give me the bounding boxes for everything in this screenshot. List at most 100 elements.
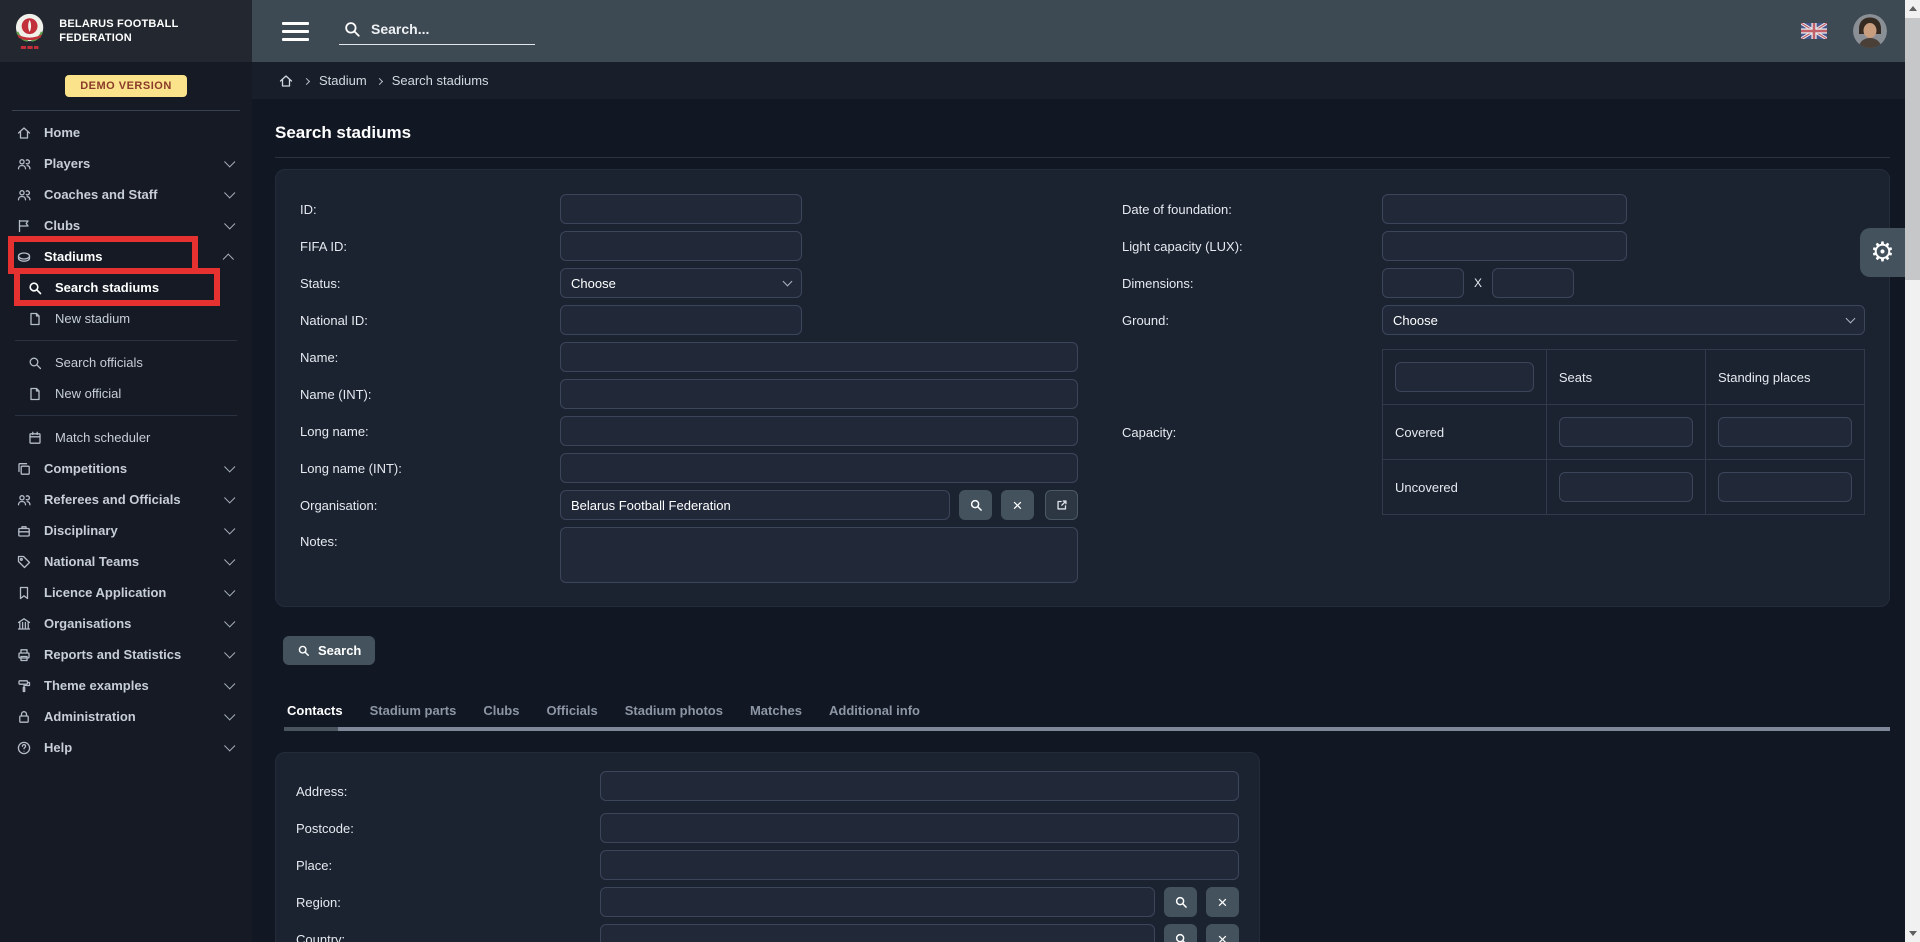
- organisation-search-button[interactable]: [959, 490, 992, 520]
- breadcrumb-stadium[interactable]: Stadium: [319, 73, 367, 88]
- sidebar-item-coaches-and-staff[interactable]: Coaches and Staff: [0, 179, 252, 210]
- uncovered-standing-input[interactable]: [1718, 472, 1852, 502]
- chevron-down-icon: [224, 616, 235, 627]
- bookmark-icon: [15, 585, 33, 601]
- sidebar-item-licence-application[interactable]: Licence Application: [0, 577, 252, 608]
- chevron-down-icon: [224, 218, 235, 229]
- sidebar-item-match-scheduler[interactable]: Match scheduler: [0, 422, 252, 453]
- scroll-up-arrow-icon[interactable]: [1909, 6, 1917, 11]
- notes-textarea[interactable]: [560, 527, 1078, 583]
- field-national-id: National ID:: [300, 305, 1078, 335]
- tab-officials[interactable]: Officials: [546, 703, 597, 718]
- tab-stadium-parts[interactable]: Stadium parts: [370, 703, 457, 718]
- sidebar-item-competitions[interactable]: Competitions: [0, 453, 252, 484]
- search-input[interactable]: [371, 21, 521, 37]
- sidebar-item-clubs[interactable]: Clubs: [0, 210, 252, 241]
- organisation-open-button[interactable]: [1045, 490, 1078, 520]
- dimensions-width-input[interactable]: [1492, 268, 1574, 298]
- region-input[interactable]: [600, 887, 1155, 917]
- field-dimensions: Dimensions: X: [1122, 268, 1865, 298]
- covered-standing-input[interactable]: [1718, 417, 1852, 447]
- sidebar-item-players[interactable]: Players: [0, 148, 252, 179]
- organisation-clear-button[interactable]: ×: [1001, 490, 1034, 520]
- tab-matches[interactable]: Matches: [750, 703, 802, 718]
- tab-additional-info[interactable]: Additional info: [829, 703, 920, 718]
- name-input[interactable]: [560, 342, 1078, 372]
- region-clear-button[interactable]: ×: [1206, 887, 1239, 917]
- sidebar-item-label: Clubs: [44, 218, 80, 233]
- tab-contacts[interactable]: Contacts: [287, 703, 343, 718]
- sidebar-item-referees-and-officials[interactable]: Referees and Officials: [0, 484, 252, 515]
- tabs-underline: [284, 727, 1890, 731]
- sidebar-item-organisations[interactable]: Organisations: [0, 608, 252, 639]
- scroll-down-arrow-icon[interactable]: [1909, 931, 1917, 936]
- dimensions-length-input[interactable]: [1382, 268, 1464, 298]
- name-int-label: Name (INT):: [300, 387, 560, 402]
- organisation-input[interactable]: [560, 490, 950, 520]
- sidebar-item-new-official[interactable]: New official: [0, 378, 252, 409]
- covered-seats-input[interactable]: [1559, 417, 1693, 447]
- name-int-input[interactable]: [560, 379, 1078, 409]
- file-icon: [26, 311, 44, 327]
- sidebar-item-stadiums[interactable]: Stadiums: [0, 241, 252, 272]
- copy-icon: [15, 461, 33, 477]
- capacity-type-input[interactable]: [1395, 362, 1534, 392]
- lock-icon: [15, 709, 33, 725]
- fifa-id-input[interactable]: [560, 231, 802, 261]
- status-select[interactable]: Choose: [560, 268, 802, 298]
- uncovered-seats-input[interactable]: [1559, 472, 1693, 502]
- capacity-row-covered: Covered: [1383, 405, 1547, 460]
- country-input[interactable]: [600, 924, 1155, 942]
- national-id-input[interactable]: [560, 305, 802, 335]
- light-capacity-input[interactable]: [1382, 231, 1627, 261]
- field-status: Status: Choose: [300, 268, 1078, 298]
- country-search-button[interactable]: [1164, 924, 1197, 942]
- settings-gear-button[interactable]: ⚙: [1860, 228, 1905, 277]
- place-input[interactable]: [600, 850, 1239, 880]
- address-input[interactable]: [600, 771, 1239, 801]
- sidebar-item-reports-and-statistics[interactable]: Reports and Statistics: [0, 639, 252, 670]
- postcode-input[interactable]: [600, 813, 1239, 843]
- sidebar-item-help[interactable]: Help: [0, 732, 252, 763]
- sidebar-item-disciplinary[interactable]: Disciplinary: [0, 515, 252, 546]
- notes-label: Notes:: [300, 527, 560, 549]
- region-search-button[interactable]: [1164, 887, 1197, 917]
- users-icon: [15, 187, 33, 203]
- user-avatar[interactable]: [1853, 14, 1887, 48]
- sidebar-item-administration[interactable]: Administration: [0, 701, 252, 732]
- tab-clubs[interactable]: Clubs: [483, 703, 519, 718]
- light-capacity-label: Light capacity (LUX):: [1122, 239, 1382, 254]
- long-name-int-input[interactable]: [560, 453, 1078, 483]
- sidebar-item-home[interactable]: Home: [0, 117, 252, 148]
- sidebar-item-new-stadium[interactable]: New stadium: [0, 303, 252, 334]
- tab-stadium-photos[interactable]: Stadium photos: [625, 703, 723, 718]
- language-flag-icon[interactable]: [1801, 23, 1827, 39]
- sidebar-item-search-stadiums[interactable]: Search stadiums: [0, 272, 252, 303]
- page-scrollbar[interactable]: [1905, 0, 1920, 942]
- topbar-search[interactable]: [339, 17, 535, 45]
- sidebar-item-national-teams[interactable]: National Teams: [0, 546, 252, 577]
- ground-select[interactable]: Choose: [1382, 305, 1865, 335]
- field-region: Region: ×: [296, 887, 1239, 917]
- organisation-label: Organisation:: [300, 498, 560, 513]
- date-of-foundation-input[interactable]: [1382, 194, 1627, 224]
- sidebar-item-search-officials[interactable]: Search officials: [0, 347, 252, 378]
- sidebar-item-label: Home: [44, 125, 80, 140]
- external-link-icon: [1055, 498, 1069, 512]
- home-icon[interactable]: [278, 73, 294, 89]
- menu-icon[interactable]: [282, 22, 309, 41]
- id-input[interactable]: [560, 194, 802, 224]
- ground-label: Ground:: [1122, 313, 1382, 328]
- chevron-down-icon: [783, 277, 793, 287]
- long-name-input[interactable]: [560, 416, 1078, 446]
- demo-version-badge: DEMO VERSION: [65, 75, 187, 97]
- place-label: Place:: [296, 858, 600, 873]
- sidebar-item-label: Search stadiums: [55, 280, 159, 295]
- sidebar-item-label: National Teams: [44, 554, 139, 569]
- scrollbar-thumb[interactable]: [1905, 18, 1920, 280]
- demo-badge-row: DEMO VERSION: [0, 62, 252, 106]
- country-clear-button[interactable]: ×: [1206, 924, 1239, 942]
- search-button[interactable]: Search: [283, 636, 375, 665]
- sidebar-item-theme-examples[interactable]: Theme examples: [0, 670, 252, 701]
- form-right-column: Date of foundation: Light capacity (LUX)…: [1122, 194, 1865, 595]
